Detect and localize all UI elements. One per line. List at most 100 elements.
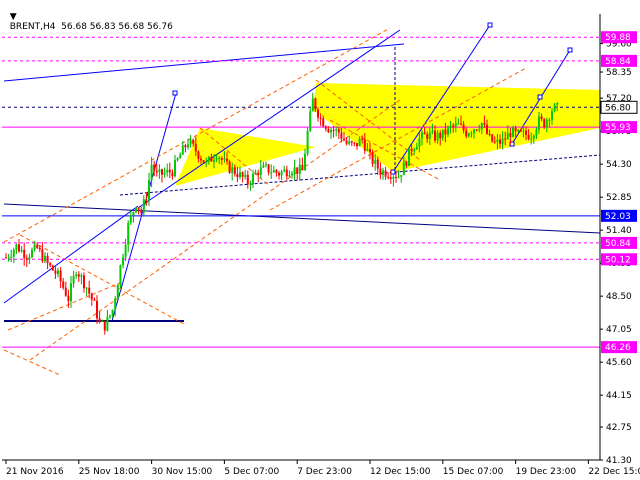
- candle-body: [475, 129, 478, 131]
- candle-body: [413, 149, 416, 152]
- candle-body: [15, 244, 18, 250]
- y-tick-label: 48.50: [606, 292, 632, 302]
- trend-line: [3, 203, 601, 234]
- candle-body: [101, 320, 104, 322]
- candle-body: [317, 109, 319, 118]
- candle-body: [452, 125, 455, 127]
- level-price-label: 52.03: [605, 212, 631, 222]
- candle-body: [226, 158, 228, 162]
- candle-body: [96, 300, 98, 319]
- candle-body: [83, 275, 85, 289]
- level-price-label: 58.84: [605, 57, 631, 67]
- candle-body: [220, 157, 223, 160]
- candle-body: [57, 270, 59, 274]
- candle-body: [358, 138, 361, 147]
- candle-body: [556, 102, 559, 105]
- candle-body: [428, 132, 431, 139]
- candle-body: [532, 135, 535, 139]
- candle-body: [18, 244, 20, 252]
- candle-body: [350, 141, 353, 143]
- candle-body: [259, 167, 262, 176]
- candle-body: [506, 133, 509, 140]
- candle-body: [254, 172, 257, 174]
- candle-body: [228, 161, 231, 173]
- candle-body: [249, 183, 252, 185]
- candle-body: [348, 141, 351, 144]
- candle-body: [98, 318, 101, 322]
- candle-body: [332, 129, 335, 131]
- triangle-edge: [119, 179, 301, 196]
- candle-body: [509, 133, 512, 137]
- candle-body: [371, 152, 374, 164]
- candle-body: [525, 130, 527, 135]
- triangle-pattern: [540, 90, 598, 106]
- y-tick-label: 52.85: [606, 193, 632, 203]
- candle-body: [31, 249, 33, 258]
- candle-body: [311, 98, 314, 112]
- y-tick-label: 45.60: [606, 358, 632, 368]
- candle-body: [499, 139, 501, 144]
- candle-body: [379, 168, 382, 175]
- x-tick-label: 22 Dec 15:00: [588, 467, 640, 477]
- level-price-label: 50.84: [605, 239, 631, 249]
- candle-body: [150, 164, 153, 181]
- candle-body: [140, 209, 143, 213]
- candle-body: [23, 249, 26, 259]
- candle-body: [366, 149, 369, 151]
- candle-body: [207, 156, 210, 162]
- candle-body: [426, 134, 429, 139]
- candle-body: [36, 244, 39, 248]
- candle-body: [553, 104, 556, 112]
- candle-body: [137, 207, 140, 210]
- candle-body: [530, 138, 533, 140]
- candle-body: [501, 138, 504, 144]
- candle-body: [181, 145, 184, 155]
- candle-body: [51, 265, 54, 271]
- y-tick-label: 47.05: [606, 325, 632, 335]
- candle-body: [28, 257, 31, 260]
- candle-body: [504, 138, 507, 140]
- x-tick-label: 5 Dec 07:00: [224, 467, 279, 477]
- candle-body: [447, 127, 449, 135]
- y-tick-label: 58.35: [606, 68, 632, 78]
- candle-body: [345, 140, 348, 144]
- candle-body: [124, 244, 127, 258]
- candle-body: [324, 126, 327, 129]
- candle-body: [205, 161, 208, 163]
- candle-body: [538, 116, 540, 130]
- candle-body: [397, 176, 400, 178]
- candle-body: [322, 118, 325, 127]
- candle-body: [218, 157, 221, 159]
- candle-body: [174, 160, 176, 177]
- candle-body: [200, 158, 202, 161]
- candle-body: [343, 138, 345, 141]
- candle-body: [129, 215, 132, 223]
- level-price-label: 55.93: [605, 123, 631, 133]
- candle-body: [241, 172, 244, 177]
- candle-body: [163, 172, 166, 175]
- candle-body: [90, 293, 93, 300]
- candle-body: [283, 169, 286, 172]
- candle-body: [363, 139, 366, 151]
- candle-body: [252, 173, 254, 184]
- price-chart[interactable]: 59.6058.3557.2055.7554.3052.8551.4049.95…: [0, 0, 640, 480]
- candle-body: [460, 123, 462, 125]
- y-tick-label: 51.40: [606, 226, 632, 236]
- candle-body: [33, 244, 36, 250]
- candle-body: [418, 138, 421, 147]
- candle-body: [478, 129, 481, 131]
- candle-body: [127, 222, 130, 245]
- level-price-label: 56.80: [605, 103, 631, 113]
- candle-body: [119, 265, 122, 286]
- candle-body: [389, 177, 392, 179]
- candle-body: [304, 153, 306, 171]
- candle-body: [161, 169, 163, 175]
- target-marker: [172, 90, 178, 96]
- chart-drawings: [3, 22, 601, 376]
- candle-body: [493, 141, 496, 143]
- candle-body: [49, 263, 52, 266]
- candle-body: [166, 169, 169, 173]
- candle-body: [114, 298, 117, 310]
- candle-body: [262, 165, 265, 168]
- candle-body: [327, 128, 330, 133]
